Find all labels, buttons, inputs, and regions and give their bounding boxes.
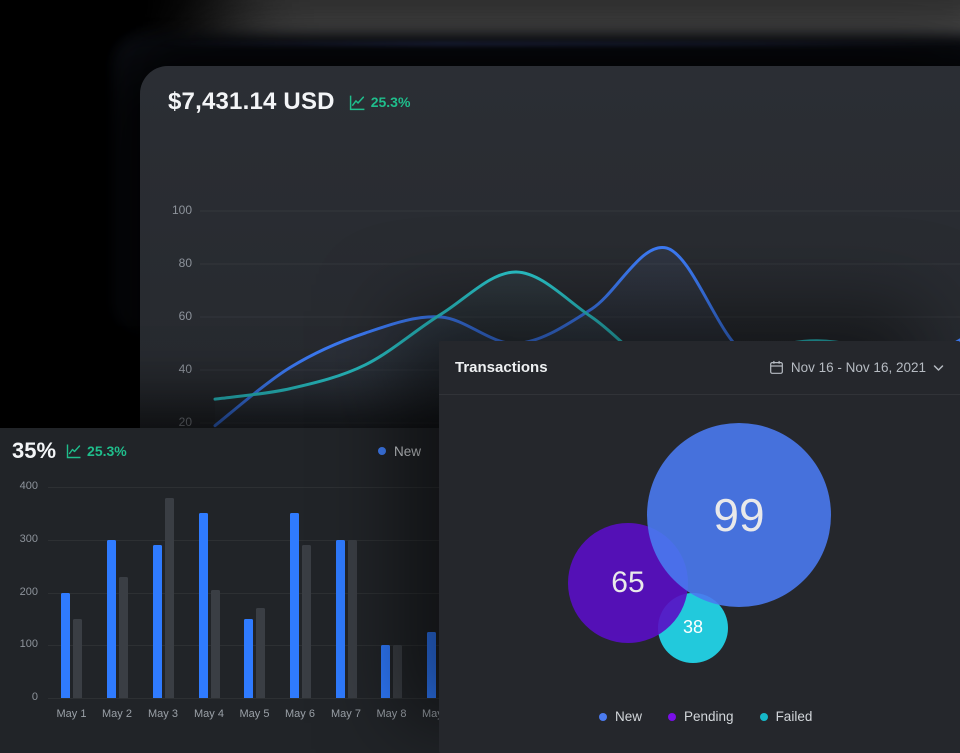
bar-New-may-2: [107, 540, 116, 698]
x-axis-tick: May 8: [367, 708, 417, 720]
chevron-down-icon: [933, 364, 944, 372]
legend-label: Failed: [776, 709, 813, 724]
x-axis-tick: May 2: [92, 708, 142, 720]
legend-item-new[interactable]: New: [599, 709, 642, 724]
x-axis-tick: May 3: [138, 708, 188, 720]
daily-bar-chart: 4003002001000May 1May 2May 3May 4May 5Ma…: [0, 428, 492, 753]
bar-gray-may-5: [256, 608, 265, 698]
legend-item-pending[interactable]: Pending: [668, 709, 734, 724]
bar-gray-may-3: [165, 498, 174, 698]
trend-line-icon: [349, 94, 366, 111]
stacked-card-glow: [160, 42, 960, 46]
bar-gray-may-1: [73, 619, 82, 698]
y-axis-tick: 100: [0, 638, 38, 650]
bar-gray-may-7: [348, 540, 357, 698]
transactions-bubble-chart: 996538: [439, 394, 960, 693]
bar-New-may-8: [381, 645, 390, 698]
bar-gray-may-4: [211, 590, 220, 698]
bar-New-may-3: [153, 545, 162, 698]
conversion-card: 35% 25.3% New 4003002001000May 1May 2May…: [0, 428, 492, 753]
y-axis-tick: 400: [0, 480, 38, 492]
y-axis-tick: 0: [0, 691, 38, 703]
bar-gray-may-6: [302, 545, 311, 698]
x-axis-tick: May 1: [47, 708, 97, 720]
bar-New-may-1: [61, 593, 70, 699]
calendar-icon: [769, 360, 784, 375]
date-range-picker[interactable]: Nov 16 - Nov 16, 2021: [769, 360, 944, 375]
bubble-new: 99: [647, 423, 831, 607]
transactions-card: Transactions Nov 16 - Nov 16, 2021 99653…: [439, 341, 960, 753]
date-range-label: Nov 16 - Nov 16, 2021: [791, 360, 926, 375]
legend-dot: [599, 713, 607, 721]
legend-label: New: [615, 709, 642, 724]
legend-label: Pending: [684, 709, 734, 724]
transactions-title: Transactions: [455, 359, 548, 376]
revenue-amount: $7,431.14 USD: [168, 88, 335, 116]
bar-New-may-6: [290, 513, 299, 698]
transactions-legend: New Pending Failed: [599, 709, 812, 724]
y-axis-tick: 300: [0, 533, 38, 545]
x-axis-tick: May 4: [184, 708, 234, 720]
transactions-header: Transactions Nov 16 - Nov 16, 2021: [439, 341, 960, 394]
dashboard-stage: $7,431.14 USD 25.3% 100806040200 35% 25.…: [0, 0, 960, 753]
gridline: [48, 487, 484, 488]
revenue-trend-value: 25.3%: [371, 94, 411, 110]
gridline: [48, 698, 484, 699]
bar-New-may-9: [427, 632, 436, 698]
bar-New-may-5: [244, 619, 253, 698]
x-axis-tick: May 6: [275, 708, 325, 720]
bar-gray-may-8: [393, 645, 402, 698]
x-axis-tick: May 7: [321, 708, 371, 720]
legend-item-failed[interactable]: Failed: [760, 709, 813, 724]
legend-dot: [760, 713, 768, 721]
bar-gray-may-2: [119, 577, 128, 698]
x-axis-tick: May 5: [230, 708, 280, 720]
revenue-trend-badge: 25.3%: [349, 94, 411, 111]
bar-New-may-4: [199, 513, 208, 698]
legend-dot: [668, 713, 676, 721]
bar-New-may-7: [336, 540, 345, 698]
y-axis-tick: 200: [0, 586, 38, 598]
revenue-header: $7,431.14 USD 25.3%: [168, 88, 410, 116]
